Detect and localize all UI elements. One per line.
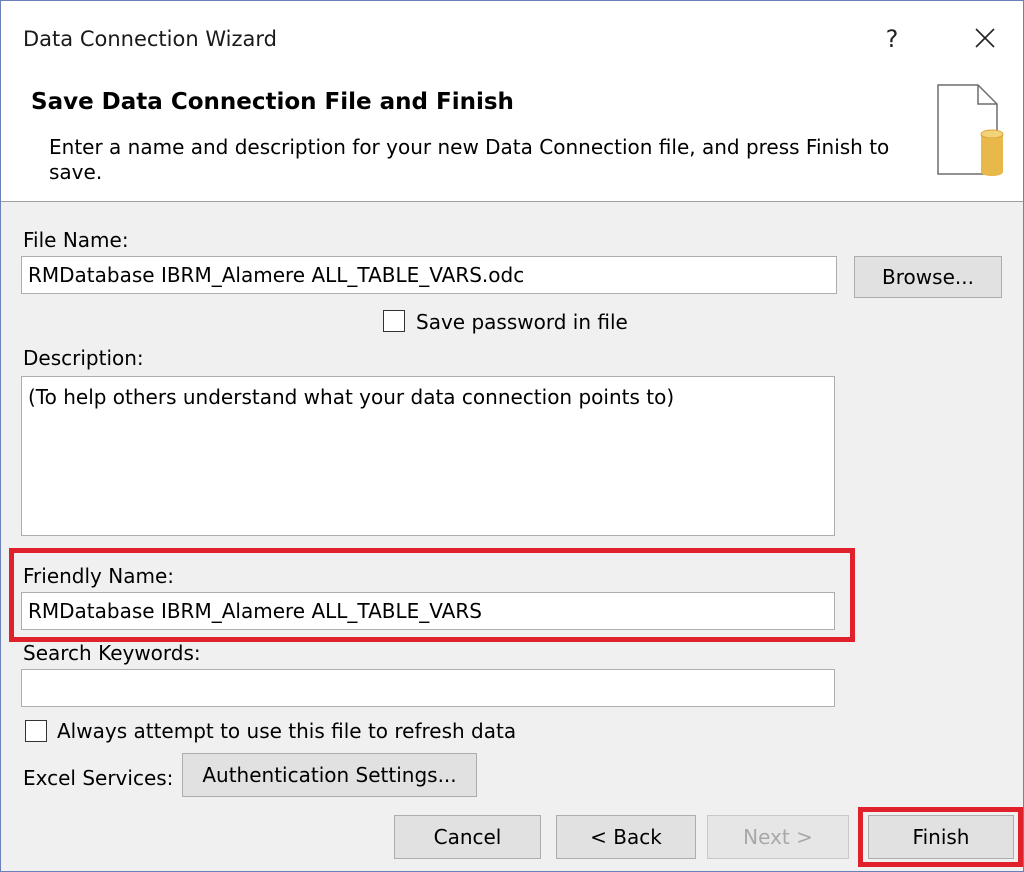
title-bar: Data Connection Wizard ? <box>1 1 1023 78</box>
page-instructions: Enter a name and description for your ne… <box>49 135 890 184</box>
description-label: Description: <box>23 346 144 370</box>
dialog-window: Data Connection Wizard ? Save Data Conne… <box>0 0 1024 872</box>
save-password-label[interactable]: Save password in file <box>416 310 628 334</box>
close-icon <box>975 28 995 48</box>
close-button[interactable] <box>963 21 1007 57</box>
friendly-name-highlight <box>9 548 855 642</box>
cancel-button[interactable]: Cancel <box>394 815 541 859</box>
wizard-header: Save Data Connection File and Finish Ent… <box>1 78 1023 202</box>
file-name-input[interactable]: RMDatabase IBRM_Alamere ALL_TABLE_VARS.o… <box>21 256 837 294</box>
browse-button[interactable]: Browse... <box>854 256 1002 298</box>
excel-services-label: Excel Services: <box>23 766 174 790</box>
data-connection-file-icon <box>937 84 1004 176</box>
help-button[interactable]: ? <box>877 23 907 55</box>
always-refresh-label[interactable]: Always attempt to use this file to refre… <box>57 719 516 743</box>
description-textarea[interactable]: (To help others understand what your dat… <box>21 376 835 536</box>
page-heading: Save Data Connection File and Finish <box>31 89 514 115</box>
authentication-settings-button[interactable]: Authentication Settings... <box>182 753 477 797</box>
search-keywords-label: Search Keywords: <box>23 641 201 665</box>
save-password-checkbox[interactable] <box>383 310 405 332</box>
always-refresh-checkbox[interactable] <box>25 720 47 742</box>
search-keywords-input[interactable] <box>21 669 835 707</box>
file-name-label: File Name: <box>23 228 129 252</box>
window-title: Data Connection Wizard <box>23 27 277 51</box>
finish-highlight <box>858 807 1023 867</box>
next-button[interactable]: Next > <box>707 815 849 859</box>
back-button[interactable]: < Back <box>556 815 696 859</box>
